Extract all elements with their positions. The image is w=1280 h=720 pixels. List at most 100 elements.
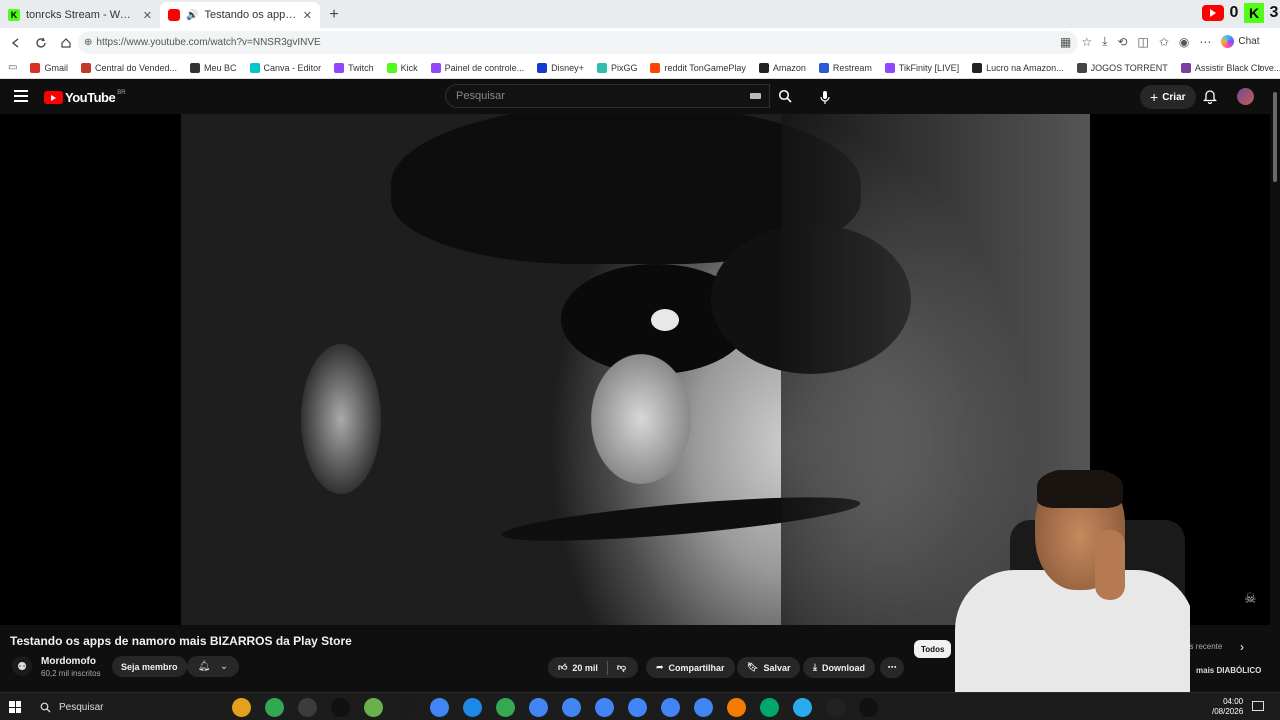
more-dots-icon: ⋯ bbox=[887, 662, 897, 672]
favorite-star-icon[interactable]: ☆ bbox=[1081, 35, 1092, 49]
notification-center-icon[interactable] bbox=[1252, 701, 1264, 711]
create-button[interactable]: + Criar bbox=[1140, 85, 1196, 109]
taskbar-clock[interactable]: 04:00 /08/2026 bbox=[1212, 697, 1243, 717]
page-scrollbar[interactable] bbox=[1270, 80, 1280, 700]
save-button[interactable]: 🔖︎ Salvar bbox=[737, 657, 801, 678]
reader-view-icon[interactable]: ▦ bbox=[1060, 35, 1071, 49]
menu-dots-icon[interactable]: ⋯ bbox=[1199, 35, 1211, 49]
thumbs-up-icon: 👍︎ bbox=[558, 662, 568, 672]
scrollbar-thumb[interactable] bbox=[1273, 92, 1277, 182]
taskbar-app-icon[interactable] bbox=[793, 698, 812, 717]
bookmark-favicon-icon bbox=[386, 62, 397, 73]
new-tab-button[interactable]: + bbox=[320, 2, 348, 28]
bookmark-favicon-icon bbox=[80, 62, 91, 73]
bookmark-item[interactable]: Twitch bbox=[334, 62, 374, 73]
bookmark-label: Painel de controle... bbox=[444, 62, 525, 73]
taskbar-app-icon[interactable] bbox=[430, 698, 449, 717]
join-membership-button[interactable]: Seja membro bbox=[112, 656, 187, 677]
download-icon[interactable]: ⤓ bbox=[1102, 34, 1107, 49]
taskbar-app-icon[interactable] bbox=[859, 698, 878, 717]
bookmark-item[interactable]: Restream bbox=[818, 62, 872, 73]
taskbar-app-icon[interactable] bbox=[298, 698, 317, 717]
taskbar-search[interactable]: Pesquisar bbox=[32, 696, 222, 718]
taskbar-app-icon[interactable] bbox=[397, 698, 416, 717]
taskbar-app-icon[interactable] bbox=[628, 698, 647, 717]
menu-icon[interactable] bbox=[14, 90, 28, 105]
taskbar-app-icon[interactable] bbox=[727, 698, 746, 717]
taskbar-app-icon[interactable] bbox=[265, 698, 284, 717]
voice-search-button[interactable] bbox=[812, 84, 838, 110]
webcam-overlay bbox=[915, 470, 1190, 692]
bookmark-item[interactable]: PixGG bbox=[596, 62, 637, 73]
taskbar-app-icon[interactable] bbox=[562, 698, 581, 717]
search-input[interactable] bbox=[446, 85, 736, 107]
chip-recent[interactable]: os recente bbox=[1185, 642, 1222, 651]
bookmark-item[interactable]: Disney+ bbox=[537, 62, 584, 73]
keyboard-icon[interactable] bbox=[750, 93, 761, 99]
windows-start-icon[interactable] bbox=[9, 701, 21, 713]
taskbar-app-icon[interactable] bbox=[463, 698, 482, 717]
like-button[interactable]: 👍︎ 20 mil bbox=[558, 662, 598, 673]
bookmark-item[interactable]: Kick bbox=[386, 62, 418, 73]
taskbar-app-icon[interactable] bbox=[595, 698, 614, 717]
taskbar-app-icon[interactable] bbox=[661, 698, 680, 717]
bookmark-item[interactable]: Gmail bbox=[30, 62, 68, 73]
bookmark-item[interactable]: reddit TonGamePlay bbox=[650, 62, 746, 73]
taskbar-app-icon[interactable] bbox=[529, 698, 548, 717]
taskbar-app-icon[interactable] bbox=[826, 698, 845, 717]
bookmark-item[interactable]: Canva - Editor bbox=[249, 62, 322, 73]
bookmark-item[interactable]: Painel de controle... bbox=[430, 62, 525, 73]
bookmark-item[interactable]: JOGOS TORRENT bbox=[1076, 62, 1168, 73]
speaker-icon[interactable]: 🔊 bbox=[186, 10, 198, 21]
close-tab-icon[interactable]: ✕ bbox=[303, 9, 312, 22]
bookmark-item[interactable]: Assistir Black Clove... bbox=[1180, 62, 1280, 73]
subscribed-notifications-button[interactable]: 🔔︎ ⌄ bbox=[187, 656, 239, 677]
channel-name[interactable]: Mordomofo bbox=[41, 656, 96, 667]
bookmark-favicon-icon bbox=[650, 62, 661, 73]
taskbar-search-label: Pesquisar bbox=[59, 701, 104, 713]
search-button[interactable] bbox=[770, 84, 800, 108]
taskbar-app-icon[interactable] bbox=[694, 698, 713, 717]
related-video-title[interactable]: mais DIABÓLICO bbox=[1196, 666, 1261, 675]
taskbar-app-icon[interactable] bbox=[760, 698, 779, 717]
chevron-right-icon[interactable]: › bbox=[1240, 640, 1244, 654]
more-actions-button[interactable]: ⋯ bbox=[880, 657, 904, 678]
bookmark-item[interactable]: TikFinity [LIVE] bbox=[884, 62, 959, 73]
close-tab-icon[interactable]: ✕ bbox=[143, 9, 152, 22]
favorites-icon[interactable]: ✩ bbox=[1159, 35, 1169, 49]
clock-time: 04:00 bbox=[1223, 697, 1244, 706]
notifications-button[interactable] bbox=[1202, 89, 1218, 109]
back-arrow-icon[interactable] bbox=[4, 31, 28, 55]
split-screen-icon[interactable]: ◫ bbox=[1137, 35, 1148, 49]
taskbar-app-icon[interactable] bbox=[232, 698, 251, 717]
profile-icon[interactable]: ◉ bbox=[1179, 35, 1189, 49]
bookmarks-overflow-chevron-icon[interactable]: › bbox=[1258, 62, 1262, 74]
dislike-button[interactable]: 👎︎ bbox=[617, 662, 626, 673]
bookmark-item[interactable]: Meu BC bbox=[190, 62, 237, 73]
taskbar-app-icon[interactable] bbox=[496, 698, 515, 717]
bookmarks-bar: ▭ Gmail Central do Vended... Meu BC Canva -… bbox=[0, 57, 1280, 79]
reload-icon[interactable] bbox=[29, 31, 53, 55]
bookmark-favicon-icon bbox=[1076, 62, 1087, 73]
bell-icon bbox=[1202, 90, 1218, 105]
share-button[interactable]: ➦ Compartilhar bbox=[646, 657, 735, 678]
address-bar[interactable]: ⊕ https://www.youtube.com/watch?v=NNSR3g… bbox=[78, 31, 1078, 54]
address-url: https://www.youtube.com/watch?v=NNSR3gvI… bbox=[96, 37, 321, 48]
channel-avatar[interactable]: ⚉ bbox=[12, 656, 32, 676]
account-avatar[interactable] bbox=[1237, 88, 1254, 105]
reading-list-icon[interactable]: ▭ bbox=[8, 62, 17, 73]
bookmark-item[interactable]: Amazon bbox=[758, 62, 806, 73]
youtube-logo[interactable]: YouTube BR bbox=[44, 90, 126, 105]
extensions-icon[interactable]: ⟲ bbox=[1117, 35, 1127, 49]
tab-youtube-video[interactable]: 🔊 Testando os apps de namoro mais BIZARR… bbox=[160, 2, 320, 28]
taskbar-app-icon[interactable] bbox=[331, 698, 350, 717]
home-icon[interactable] bbox=[54, 31, 78, 55]
download-button[interactable]: ⤓ Download bbox=[803, 657, 875, 678]
site-info-icon[interactable]: ⊕ bbox=[84, 37, 92, 48]
bookmark-item[interactable]: Lucro na Amazon... bbox=[972, 62, 1064, 73]
tab-kick-stream[interactable]: K tonrcks Stream - Watch Live on Kick ✕ bbox=[0, 2, 160, 28]
taskbar-app-icon[interactable] bbox=[364, 698, 383, 717]
copilot-chat-button[interactable]: Chat bbox=[1221, 35, 1260, 48]
bookmark-item[interactable]: Central do Vended... bbox=[80, 62, 177, 73]
bookmark-label: Canva - Editor bbox=[263, 62, 322, 73]
